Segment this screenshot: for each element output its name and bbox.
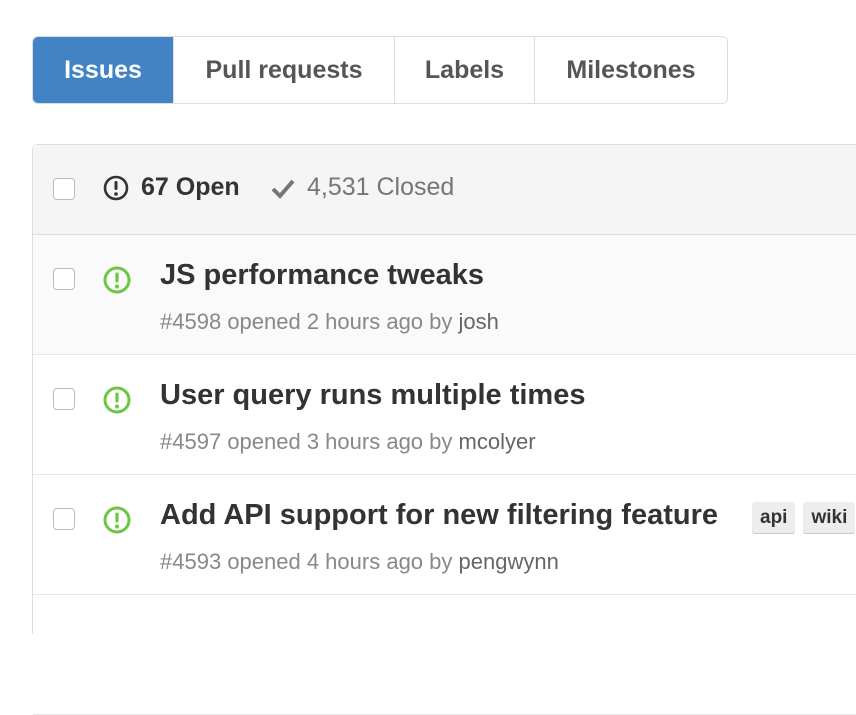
issue-row[interactable] [33, 595, 856, 715]
select-all-checkbox[interactable] [53, 178, 75, 200]
issue-meta: #4597 opened 3 hours ago by mcolyer [160, 429, 536, 455]
issue-opened-text: opened 4 hours ago by [227, 549, 453, 574]
closed-count-label: 4,531 Closed [307, 173, 455, 201]
issue-row[interactable]: User query runs multiple times #4597 ope… [33, 355, 856, 475]
tab-labels[interactable]: Labels [394, 37, 534, 103]
issue-title-link[interactable]: User query runs multiple times [160, 379, 585, 412]
issue-author-link[interactable]: pengwynn [459, 549, 559, 574]
issue-opened-icon [103, 175, 129, 201]
issue-opened-icon [103, 386, 131, 419]
issue-number: #4597 [160, 429, 222, 454]
issue-title-link[interactable]: JS performance tweaks [160, 259, 484, 292]
check-icon [271, 177, 295, 199]
issue-author-link[interactable]: josh [459, 309, 499, 334]
label-api[interactable]: api [752, 502, 796, 534]
issue-opened-icon [103, 506, 131, 539]
issue-opened-text: opened 2 hours ago by [227, 309, 453, 334]
issue-row[interactable]: Add API support for new filtering featur… [33, 475, 856, 595]
issues-tab-nav: Issues Pull requests Labels Milestones [32, 36, 728, 104]
issue-select-checkbox[interactable] [53, 268, 75, 290]
issue-select-checkbox[interactable] [53, 508, 75, 530]
issue-meta: #4593 opened 4 hours ago by pengwynn [160, 549, 559, 575]
open-count-label: 67 Open [141, 173, 240, 201]
tab-issues[interactable]: Issues [33, 37, 173, 103]
tab-milestones[interactable]: Milestones [534, 37, 727, 103]
issue-title-link[interactable]: Add API support for new filtering featur… [160, 499, 718, 532]
issue-opened-icon [103, 266, 131, 299]
tab-pull-requests[interactable]: Pull requests [173, 37, 394, 103]
issue-select-checkbox[interactable] [53, 388, 75, 410]
issue-number: #4598 [160, 309, 222, 334]
issue-author-link[interactable]: mcolyer [459, 429, 536, 454]
issues-list-panel: 67 Open 4,531 Closed JS performance twea… [32, 144, 856, 715]
open-issues-filter[interactable]: 67 Open [103, 173, 240, 202]
label-wiki[interactable]: wiki [803, 502, 856, 534]
issue-number: #4593 [160, 549, 222, 574]
issues-list-header: 67 Open 4,531 Closed [33, 145, 856, 235]
closed-issues-filter[interactable]: 4,531 Closed [271, 173, 454, 202]
issue-opened-text: opened 3 hours ago by [227, 429, 453, 454]
issue-row[interactable]: JS performance tweaks #4598 opened 2 hou… [33, 235, 856, 355]
issue-labels: api wiki [752, 502, 856, 534]
issue-meta: #4598 opened 2 hours ago by josh [160, 309, 499, 335]
